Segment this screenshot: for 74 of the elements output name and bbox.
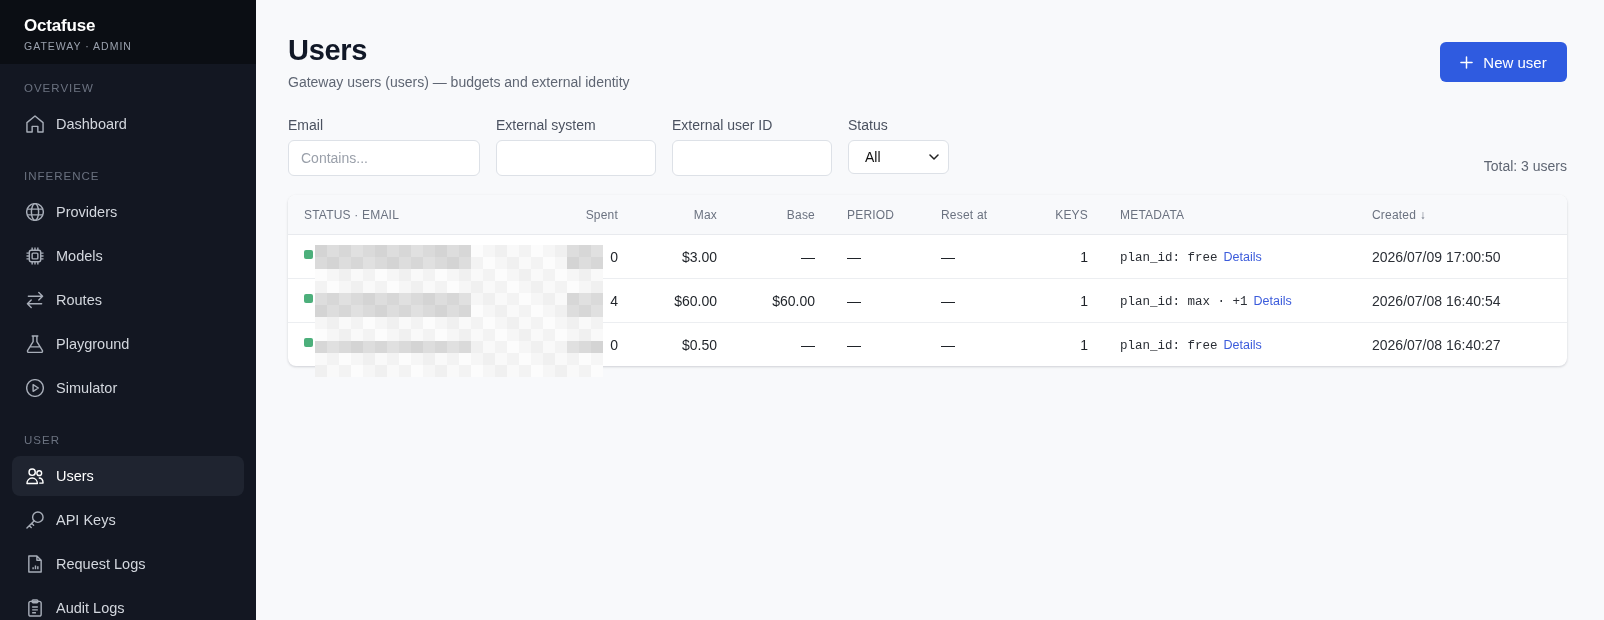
text-field[interactable]: Contains... bbox=[288, 140, 480, 176]
sidebar-item[interactable]: Users bbox=[12, 456, 244, 496]
metadata-text: plan_id: free bbox=[1120, 251, 1218, 265]
sidebar-item[interactable]: Playground bbox=[12, 324, 244, 364]
flask-icon bbox=[26, 335, 44, 353]
spent-amount: 0 bbox=[610, 248, 618, 265]
sidebar-item[interactable]: Routes bbox=[12, 280, 244, 320]
filter-label: Email bbox=[288, 117, 324, 133]
filter-label: External user ID bbox=[672, 117, 774, 133]
globe-icon bbox=[26, 203, 44, 221]
column-header: PERIOD bbox=[847, 207, 895, 222]
keys-count: 1 bbox=[1080, 336, 1088, 353]
reset-value: — bbox=[941, 248, 955, 265]
filter-label: Status bbox=[848, 117, 889, 133]
sidebar-item[interactable]: Dashboard bbox=[12, 104, 244, 144]
brand-name: Octafuse bbox=[24, 16, 97, 36]
created-date: 2026/07/08 16:40:54 bbox=[1372, 292, 1501, 309]
document-chart-icon bbox=[26, 555, 44, 573]
details-link[interactable]: Details bbox=[1223, 338, 1262, 352]
created-date: 2026/07/09 17:00:50 bbox=[1372, 248, 1501, 265]
metadata-text: plan_id: max · +1 bbox=[1120, 295, 1248, 309]
sidebar-item[interactable]: Simulator bbox=[12, 368, 244, 408]
column-header: Max bbox=[693, 207, 717, 222]
column-header: Base bbox=[786, 207, 815, 222]
details-link[interactable]: Details bbox=[1223, 250, 1262, 264]
chip-icon bbox=[26, 247, 44, 265]
max-amount: $3.00 bbox=[681, 248, 717, 265]
text-field[interactable] bbox=[496, 140, 656, 176]
text-field[interactable] bbox=[672, 140, 832, 176]
column-header: Created ↓ bbox=[1372, 207, 1426, 222]
max-amount: $0.50 bbox=[681, 336, 717, 353]
left-right-arrows-icon bbox=[26, 291, 44, 309]
new-user-button[interactable]: New user bbox=[1440, 42, 1567, 82]
section-heading: USER bbox=[23, 433, 61, 448]
page-subtitle: Gateway users (users) — budgets and external identity bbox=[288, 73, 630, 91]
key-icon bbox=[26, 511, 44, 529]
base-amount: $60.00 bbox=[772, 292, 815, 309]
column-header: STATUS · EMAIL bbox=[304, 207, 400, 222]
keys-count: 1 bbox=[1080, 248, 1088, 265]
plus-icon bbox=[1460, 55, 1474, 69]
clipboard-icon bbox=[26, 599, 44, 617]
page-title: Users bbox=[288, 33, 369, 68]
brand-subtitle: GATEWAY · ADMIN bbox=[24, 40, 133, 52]
column-header: KEYS bbox=[1055, 207, 1088, 222]
base-amount: — bbox=[801, 248, 815, 265]
sidebar-item[interactable]: Audit Logs bbox=[12, 588, 244, 620]
column-header: Reset at bbox=[941, 207, 988, 222]
base-amount: — bbox=[801, 336, 815, 353]
sidebar-item[interactable]: Providers bbox=[12, 192, 244, 232]
created-date: 2026/07/08 16:40:27 bbox=[1372, 336, 1501, 353]
filter-label: External system bbox=[496, 117, 597, 133]
period-value: — bbox=[847, 248, 861, 265]
reset-value: — bbox=[941, 292, 955, 309]
status-select[interactable]: All bbox=[848, 140, 949, 174]
section-heading: INFERENCE bbox=[23, 169, 101, 184]
max-amount: $60.00 bbox=[674, 292, 717, 309]
home-icon bbox=[26, 115, 44, 133]
spent-amount: 4 bbox=[610, 292, 618, 309]
column-header: METADATA bbox=[1120, 207, 1185, 222]
users-icon bbox=[26, 467, 44, 485]
section-heading: OVERVIEW bbox=[23, 81, 95, 96]
period-value: — bbox=[847, 336, 861, 353]
reset-value: — bbox=[941, 336, 955, 353]
sidebar-item[interactable]: API Keys bbox=[12, 500, 244, 540]
keys-count: 1 bbox=[1080, 292, 1088, 309]
column-header: Spent bbox=[585, 207, 618, 222]
period-value: — bbox=[847, 292, 861, 309]
metadata-text: plan_id: free bbox=[1120, 339, 1218, 353]
chevron-down-icon bbox=[929, 154, 939, 160]
total-count: Total: 3 users bbox=[1483, 158, 1567, 174]
details-link[interactable]: Details bbox=[1253, 294, 1292, 308]
sidebar-item[interactable]: Request Logs bbox=[12, 544, 244, 584]
spent-amount: 0 bbox=[610, 336, 618, 353]
sidebar-item[interactable]: Models bbox=[12, 236, 244, 276]
